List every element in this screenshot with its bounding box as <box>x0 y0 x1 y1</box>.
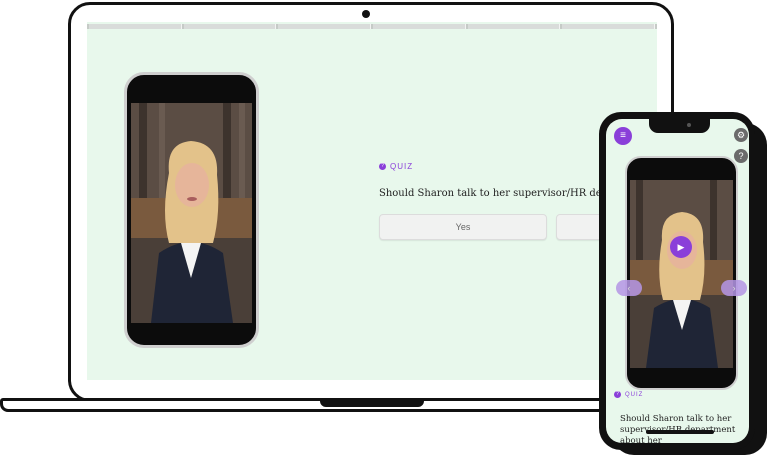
progress-segment <box>278 24 372 29</box>
prev-arrow-icon[interactable]: ‹ <box>616 280 642 296</box>
presenter-video-image <box>131 103 252 323</box>
progress-segment <box>562 24 656 29</box>
phone-quiz-tag: ? QUIZ <box>614 391 643 398</box>
progress-segment <box>183 24 277 29</box>
phone-screen: ≡ ⚙ ? ▶ ‹ › ? QUIZ Should Sharon talk to… <box>606 119 749 443</box>
video-phone-frame <box>124 72 259 348</box>
quiz-icon: ? <box>379 163 386 170</box>
menu-icon[interactable]: ≡ <box>614 127 632 145</box>
phone-notch <box>649 119 710 133</box>
help-icon[interactable]: ? <box>734 149 748 163</box>
presenter-video-image <box>630 180 733 368</box>
laptop-trackpad-notch <box>320 400 424 407</box>
phone-video-frame: ▶ <box>625 156 738 390</box>
progress-segment <box>373 24 466 29</box>
phone-video-player[interactable] <box>630 180 733 368</box>
phone-quiz-label: QUIZ <box>625 391 644 398</box>
laptop-base <box>0 398 622 412</box>
progress-segment <box>89 24 182 29</box>
story-progress-bar <box>87 24 657 29</box>
video-player[interactable] <box>131 103 252 323</box>
home-indicator <box>646 430 714 434</box>
play-icon[interactable]: ▶ <box>670 236 692 258</box>
laptop-camera <box>362 10 370 18</box>
laptop-screen: ? QUIZ Should Sharon talk to her supervi… <box>87 22 657 380</box>
phone-camera <box>687 123 691 127</box>
quiz-icon: ? <box>614 391 621 398</box>
phone-quiz-question: Should Sharon talk to her supervisor/HR … <box>620 414 735 443</box>
progress-segment <box>467 24 561 29</box>
answer-yes-button[interactable]: Yes <box>379 214 547 240</box>
next-arrow-icon[interactable]: › <box>721 280 747 296</box>
gear-icon[interactable]: ⚙ <box>734 128 748 142</box>
quiz-label: QUIZ <box>390 162 414 171</box>
